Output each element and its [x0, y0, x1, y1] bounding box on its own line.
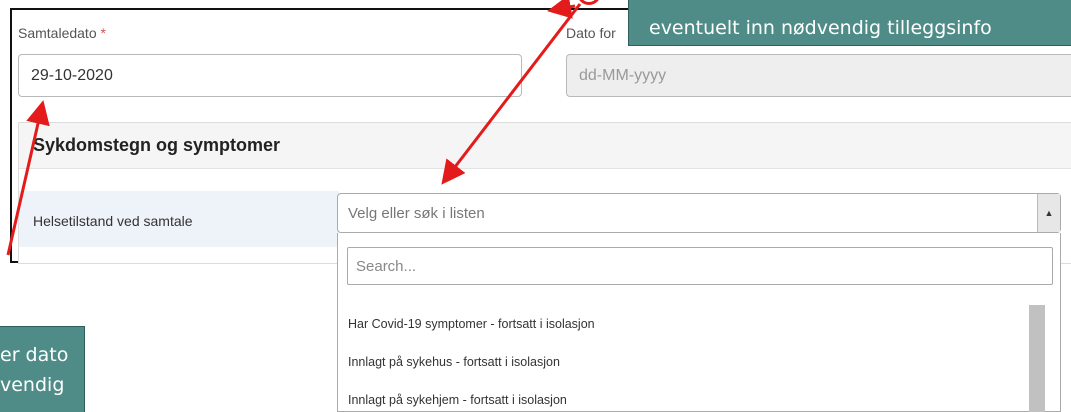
arrow-to-other-date [547, 0, 576, 19]
annotation-arrows [6, 0, 582, 256]
arrow-to-date-input [6, 100, 50, 256]
arrow-to-select [441, 3, 582, 185]
